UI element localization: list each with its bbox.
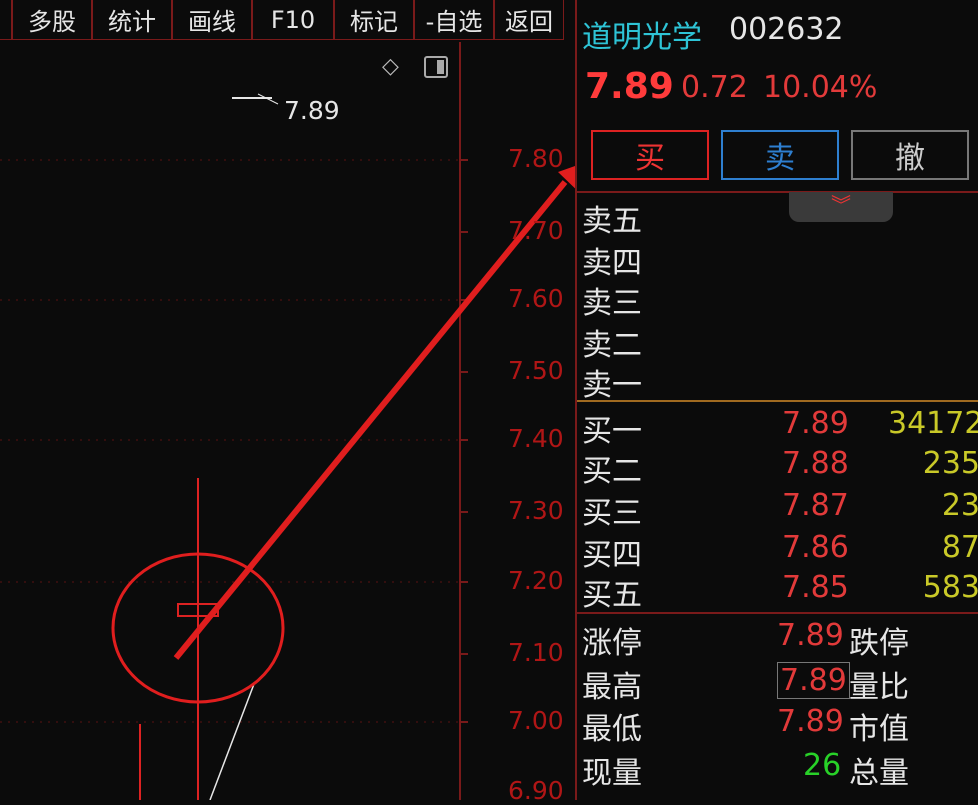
- divider: [577, 191, 978, 193]
- stat-high: 最高: [582, 662, 642, 706]
- bid-row[interactable]: 买三 7.87 23: [582, 488, 978, 531]
- diamond-icon[interactable]: ◇: [382, 56, 404, 78]
- chart-canvas: [0, 42, 575, 800]
- high-value: 7.89: [777, 662, 850, 699]
- stat-label: 最低: [582, 712, 642, 747]
- current-volume-value: 26: [803, 748, 842, 783]
- bid-price: 7.87: [782, 488, 849, 523]
- bid-label: 买一: [582, 414, 642, 449]
- axis-label: 7.30: [508, 496, 564, 525]
- ask-row: 卖三: [582, 278, 978, 321]
- bid-label: 买二: [582, 454, 642, 489]
- ask-row: 卖五: [582, 196, 978, 239]
- toolbar-f10-button[interactable]: F10: [252, 0, 334, 40]
- ask-row: 卖一: [582, 360, 978, 403]
- ask-row: 卖二: [582, 320, 978, 363]
- bid-volume: 34172: [888, 406, 978, 441]
- buy-button[interactable]: 买: [591, 130, 709, 180]
- divider: [577, 612, 978, 614]
- bid-row[interactable]: 买四 7.86 87: [582, 530, 978, 573]
- ask-label: 卖二: [582, 328, 642, 363]
- kline-chart[interactable]: ◇ 7.89 7.80 7.70 7.60 7.50 7.40 7.30 7.2…: [0, 42, 575, 805]
- ask-label: 卖一: [582, 368, 642, 403]
- quote-panel: 道明光学 002632 7.89 0.72 10.04% 买 卖 撤 ︾ 卖五 …: [575, 0, 978, 800]
- stat-limit-down-label: 跌停: [849, 626, 909, 661]
- ask-label: 卖三: [582, 286, 642, 321]
- axis-label: 7.60: [508, 284, 564, 313]
- low-value: 7.89: [777, 704, 844, 739]
- bid-row[interactable]: 买一 7.89 34172: [582, 406, 978, 449]
- stat-limit-up: 涨停: [582, 618, 642, 662]
- toolbar-remove-watchlist-button[interactable]: -自选: [414, 0, 494, 40]
- stat-label: 现量: [582, 756, 642, 791]
- axis-label: 6.90: [508, 776, 564, 805]
- top-toolbar: 多股 统计 画线 F10 标记 -自选 返回: [0, 0, 575, 42]
- order-book-divider: [577, 400, 978, 402]
- bid-price: 7.85: [782, 570, 849, 605]
- limit-up-value: 7.89: [777, 618, 844, 653]
- axis-label: 7.20: [508, 566, 564, 595]
- ask-label: 卖四: [582, 246, 642, 281]
- stat-current-volume: 现量: [582, 748, 642, 792]
- bid-volume: 235: [922, 446, 978, 481]
- stat-total-volume-label: 总量: [849, 756, 909, 791]
- current-price: 7.89: [585, 66, 674, 107]
- bid-volume: 87: [941, 530, 978, 565]
- toolbar-multi-stock-button[interactable]: 多股: [12, 0, 92, 40]
- stat-low: 最低: [582, 704, 642, 748]
- axis-label: 7.80: [508, 144, 564, 173]
- cancel-order-button[interactable]: 撤: [851, 130, 969, 180]
- bid-volume: 23: [941, 488, 978, 523]
- axis-label: 7.40: [508, 424, 564, 453]
- stat-market-cap-label: 市值: [849, 712, 909, 747]
- bid-price: 7.86: [782, 530, 849, 565]
- bid-row[interactable]: 买二 7.88 235: [582, 446, 978, 489]
- axis-label: 7.00: [508, 706, 564, 735]
- bid-label: 买三: [582, 496, 642, 531]
- stat-label: 最高: [582, 670, 642, 705]
- price-change: 0.72: [681, 70, 748, 105]
- sell-button[interactable]: 卖: [721, 130, 839, 180]
- bid-label: 买四: [582, 538, 642, 573]
- bid-label: 买五: [582, 578, 642, 613]
- toolbar-edge: [0, 0, 12, 40]
- ask-label: 卖五: [582, 204, 642, 239]
- stat-volume-ratio-label: 量比: [849, 670, 909, 705]
- toolbar-statistics-button[interactable]: 统计: [92, 0, 172, 40]
- stat-label: 涨停: [582, 626, 642, 661]
- ask-row: 卖四: [582, 238, 978, 281]
- bid-volume: 583: [922, 570, 978, 605]
- toolbar-mark-button[interactable]: 标记: [334, 0, 414, 40]
- axis-label: 7.70: [508, 216, 564, 245]
- stock-code: 002632: [729, 12, 844, 47]
- axis-label: 7.10: [508, 638, 564, 667]
- bid-price: 7.88: [782, 446, 849, 481]
- price-change-percent: 10.04%: [763, 70, 878, 105]
- panel-toggle-icon[interactable]: [424, 56, 448, 78]
- latest-price-note: 7.89: [284, 96, 340, 125]
- bid-row[interactable]: 买五 7.85 583: [582, 570, 978, 613]
- stock-name[interactable]: 道明光学: [582, 12, 702, 56]
- toolbar-back-button[interactable]: 返回: [494, 0, 564, 40]
- toolbar-draw-line-button[interactable]: 画线: [172, 0, 252, 40]
- axis-label: 7.50: [508, 356, 564, 385]
- bid-price: 7.89: [782, 406, 849, 441]
